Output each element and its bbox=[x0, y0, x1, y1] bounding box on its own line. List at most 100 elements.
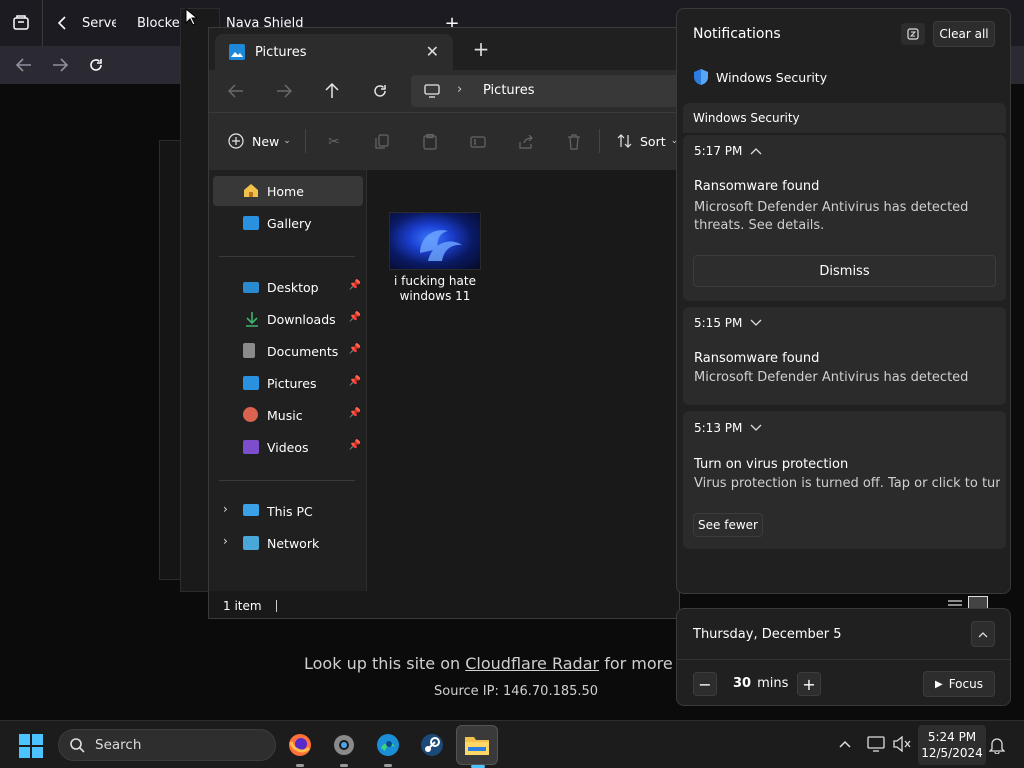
see-fewer-button[interactable]: See fewer bbox=[693, 513, 763, 537]
file-thumbnail bbox=[389, 212, 481, 270]
calendar-date[interactable]: Thursday, December 5 bbox=[693, 627, 842, 642]
home-icon bbox=[243, 183, 259, 198]
pin-icon[interactable]: 📌 bbox=[349, 344, 361, 355]
share-icon[interactable] bbox=[517, 133, 535, 151]
file-explorer-window: Pictures ✕ + › Pictures New ⌄ ✂ Sort ⌄ H… bbox=[208, 27, 680, 619]
notification-bell-icon[interactable] bbox=[988, 735, 1006, 755]
expand-calendar-button[interactable] bbox=[971, 621, 995, 647]
sidebar-item-pictures[interactable]: Pictures 📌 bbox=[213, 368, 363, 398]
sort-icon bbox=[617, 132, 633, 150]
sidebar-label: Home bbox=[267, 183, 304, 199]
focus-button[interactable]: ▶ Focus bbox=[923, 671, 995, 697]
explorer-tab-pictures[interactable]: Pictures ✕ bbox=[215, 34, 453, 70]
sidebar-item-desktop[interactable]: Desktop 📌 bbox=[213, 272, 363, 302]
desktop-icon bbox=[243, 282, 259, 293]
increase-focus-button[interactable]: + bbox=[797, 672, 821, 696]
navigation-pane: Home Gallery Desktop 📌 Downloads 📌 Docum… bbox=[209, 170, 367, 591]
radar-message: Look up this site on Cloudflare Radar fo… bbox=[304, 654, 730, 673]
breadcrumb-pictures[interactable]: Pictures bbox=[483, 83, 534, 98]
steam-icon[interactable] bbox=[416, 729, 448, 761]
pin-icon[interactable]: 📌 bbox=[349, 408, 361, 419]
explorer-up-icon[interactable] bbox=[323, 82, 341, 100]
start-button[interactable] bbox=[18, 733, 44, 759]
file-item[interactable]: i fucking hate windows 11 bbox=[389, 212, 485, 308]
browser-tab-server[interactable]: Server bbox=[82, 0, 116, 46]
pin-icon[interactable]: 📌 bbox=[349, 376, 361, 387]
collapse-chevron-icon[interactable] bbox=[750, 144, 762, 158]
this-pc-icon bbox=[243, 504, 259, 516]
delete-icon[interactable] bbox=[565, 133, 583, 151]
sidebar-item-videos[interactable]: Videos 📌 bbox=[213, 432, 363, 462]
firefox-icon[interactable] bbox=[284, 729, 316, 767]
explorer-forward-icon[interactable] bbox=[275, 82, 293, 100]
cloudflare-radar-link[interactable]: Cloudflare Radar bbox=[465, 654, 599, 673]
sidebar-item-music[interactable]: Music 📌 bbox=[213, 400, 363, 430]
browser-reload-icon[interactable] bbox=[86, 55, 106, 75]
sidebar-item-gallery[interactable]: Gallery bbox=[213, 208, 363, 238]
tab-scroll-left-icon[interactable] bbox=[54, 0, 70, 46]
notification-time: 5:13 PM bbox=[694, 421, 743, 435]
file-name-line2: windows 11 bbox=[399, 289, 471, 303]
notification-body: Virus protection is turned off. Tap or c… bbox=[694, 476, 1000, 491]
network-tray-icon[interactable] bbox=[866, 735, 886, 753]
do-not-disturb-button[interactable] bbox=[901, 23, 925, 45]
sidebar-item-documents[interactable]: Documents 📌 bbox=[213, 336, 363, 366]
notification-time: 5:15 PM bbox=[694, 316, 743, 330]
tab-overview-icon[interactable] bbox=[10, 0, 32, 46]
sort-button[interactable]: Sort ⌄ bbox=[617, 132, 678, 150]
expand-chevron-icon[interactable] bbox=[750, 316, 762, 330]
app-name: Windows Security bbox=[716, 69, 828, 85]
sidebar-label: Videos bbox=[267, 439, 309, 455]
pin-icon[interactable]: 📌 bbox=[349, 312, 361, 323]
path-chevron-icon: › bbox=[457, 82, 463, 97]
status-bar: 1 item bbox=[209, 591, 679, 618]
paste-icon[interactable] bbox=[421, 133, 439, 151]
explorer-back-icon[interactable] bbox=[227, 82, 245, 100]
expand-chevron-icon[interactable]: › bbox=[223, 502, 228, 516]
explorer-path-box[interactable]: › Pictures bbox=[411, 75, 679, 107]
taskbar-search[interactable]: Search bbox=[58, 729, 276, 761]
browser-forward-icon[interactable] bbox=[50, 55, 70, 75]
clear-all-button[interactable]: Clear all bbox=[933, 21, 995, 47]
sidebar-label: Network bbox=[267, 535, 320, 551]
decrease-focus-button[interactable]: − bbox=[693, 672, 717, 696]
plus-circle-icon bbox=[227, 132, 245, 150]
sidebar-item-home[interactable]: Home bbox=[213, 176, 363, 206]
notification-body: Microsoft Defender Antivirus has detecte… bbox=[694, 200, 969, 215]
dismiss-button[interactable]: Dismiss bbox=[693, 255, 996, 287]
pin-icon[interactable]: 📌 bbox=[349, 440, 361, 451]
notification-card[interactable]: 5:13 PM Turn on virus protection Virus p… bbox=[683, 411, 1006, 549]
browser-back-icon[interactable] bbox=[14, 55, 34, 75]
explorer-refresh-icon[interactable] bbox=[371, 82, 389, 100]
focus-unit: mins bbox=[757, 676, 789, 691]
taskbar-date: 12/5/2024 bbox=[921, 746, 983, 760]
expand-chevron-icon[interactable]: › bbox=[223, 534, 228, 548]
edge-icon[interactable] bbox=[372, 729, 404, 767]
new-explorer-tab-icon[interactable]: + bbox=[471, 37, 491, 61]
sidebar-item-downloads[interactable]: Downloads 📌 bbox=[213, 304, 363, 334]
browser-tab-blocked[interactable]: Blocked bbox=[137, 0, 188, 46]
close-tab-icon[interactable]: ✕ bbox=[426, 42, 439, 61]
sidebar-item-this-pc[interactable]: › This PC bbox=[213, 496, 363, 526]
sidebar-label: Desktop bbox=[267, 279, 319, 295]
show-hidden-icons-chevron[interactable] bbox=[836, 735, 854, 753]
snooze-icon bbox=[907, 28, 919, 40]
copy-icon[interactable] bbox=[373, 133, 391, 151]
search-placeholder: Search bbox=[95, 737, 142, 753]
document-icon bbox=[243, 343, 255, 358]
explorer-command-bar: New ⌄ ✂ Sort ⌄ bbox=[209, 112, 679, 170]
pin-icon[interactable]: 📌 bbox=[349, 280, 361, 291]
cut-icon[interactable]: ✂ bbox=[325, 133, 343, 151]
sidebar-item-network[interactable]: › Network bbox=[213, 528, 363, 558]
notification-card[interactable]: 5:15 PM Ransomware found Microsoft Defen… bbox=[683, 307, 1006, 405]
sidebar-label: Gallery bbox=[267, 215, 312, 231]
rename-icon[interactable] bbox=[469, 133, 487, 151]
clock-button[interactable]: 5:24 PM 12/5/2024 bbox=[918, 725, 986, 765]
expand-chevron-icon[interactable] bbox=[750, 421, 762, 435]
new-button[interactable]: New ⌄ bbox=[227, 132, 291, 150]
settings-icon[interactable] bbox=[328, 729, 360, 767]
notification-card[interactable]: 5:17 PM Ransomware found Microsoft Defen… bbox=[683, 135, 1006, 301]
file-explorer-taskbar-icon[interactable] bbox=[456, 725, 498, 768]
notification-title: Ransomware found bbox=[694, 179, 820, 194]
volume-muted-icon[interactable] bbox=[892, 735, 912, 753]
